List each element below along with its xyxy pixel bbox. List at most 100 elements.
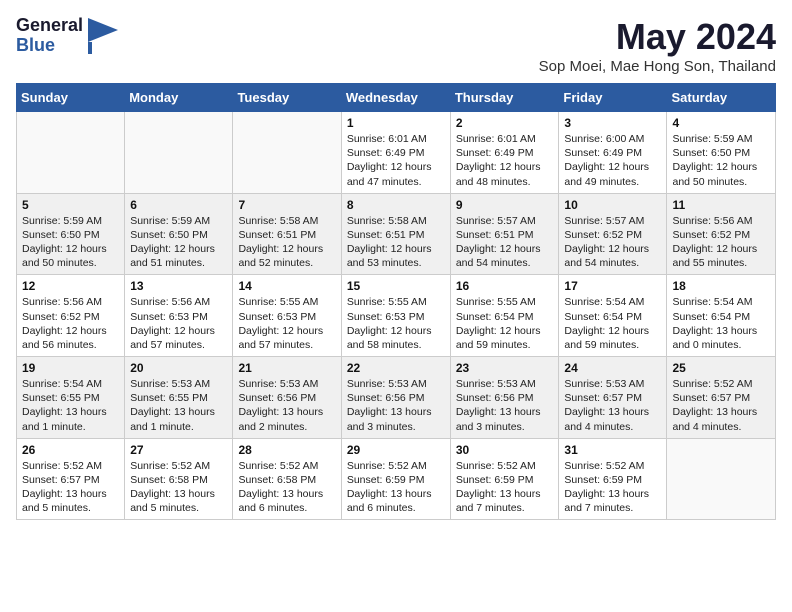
calendar-week-row: 5 Sunrise: 5:59 AM Sunset: 6:50 PM Daylig… [17,193,776,275]
calendar-cell: 17 Sunrise: 5:54 AM Sunset: 6:54 PM Dayli… [559,275,667,357]
calendar-week-row: 1 Sunrise: 6:01 AM Sunset: 6:49 PM Daylig… [17,112,776,194]
calendar-cell [17,112,125,194]
day-number: 14 [238,279,335,293]
day-info: Sunrise: 5:52 AM Sunset: 6:58 PM Dayligh… [130,459,227,516]
calendar-cell: 24Sunrise: 5:53 AM Sunset: 6:57 PM Dayli… [559,357,667,439]
calendar-cell: 23 Sunrise: 5:53 AM Sunset: 6:56 PM Dayli… [450,357,559,439]
day-info: Sunrise: 5:52 AM Sunset: 6:59 PM Dayligh… [456,459,554,516]
calendar-cell: 26Sunrise: 5:52 AM Sunset: 6:57 PM Dayli… [17,438,125,520]
day-number: 21 [238,361,335,375]
day-info: Sunrise: 5:53 AM Sunset: 6:56 PM Dayligh… [456,377,554,434]
day-number: 7 [238,198,335,212]
calendar-cell [125,112,233,194]
calendar-cell: 6 Sunrise: 5:59 AM Sunset: 6:50 PM Daylig… [125,193,233,275]
day-info: Sunrise: 5:58 AM Sunset: 6:51 PM Dayligh… [238,214,335,271]
day-number: 26 [22,443,119,457]
day-info: Sunrise: 5:55 AM Sunset: 6:54 PM Dayligh… [456,295,554,352]
day-number: 19 [22,361,119,375]
calendar-week-row: 19 Sunrise: 5:54 AM Sunset: 6:55 PM Dayli… [17,357,776,439]
calendar-cell: 18 Sunrise: 5:54 AM Sunset: 6:54 PM Dayli… [667,275,776,357]
day-number: 15 [347,279,445,293]
day-info: Sunrise: 5:54 AM Sunset: 6:54 PM Dayligh… [564,295,661,352]
day-number: 8 [347,198,445,212]
day-number: 23 [456,361,554,375]
day-info: Sunrise: 5:56 AM Sunset: 6:52 PM Dayligh… [22,295,119,352]
day-number: 16 [456,279,554,293]
day-number: 31 [564,443,661,457]
logo-icon [88,18,118,54]
col-header-tuesday: Tuesday [233,84,341,112]
day-info: Sunrise: 5:56 AM Sunset: 6:53 PM Dayligh… [130,295,227,352]
day-number: 4 [672,116,770,130]
month-year-title: May 2024 [539,16,776,58]
day-info: Sunrise: 5:52 AM Sunset: 6:58 PM Dayligh… [238,459,335,516]
calendar-cell: 5Sunrise: 5:59 AM Sunset: 6:50 PM Daylig… [17,193,125,275]
col-header-thursday: Thursday [450,84,559,112]
calendar-cell: 27 Sunrise: 5:52 AM Sunset: 6:58 PM Dayli… [125,438,233,520]
calendar-cell: 9Sunrise: 5:57 AM Sunset: 6:51 PM Daylig… [450,193,559,275]
calendar-week-row: 12 Sunrise: 5:56 AM Sunset: 6:52 PM Dayli… [17,275,776,357]
day-info: Sunrise: 6:01 AM Sunset: 6:49 PM Dayligh… [456,132,554,189]
calendar-cell: 21 Sunrise: 5:53 AM Sunset: 6:56 PM Dayli… [233,357,341,439]
logo-blue: Blue [16,36,83,56]
day-info: Sunrise: 6:00 AM Sunset: 6:49 PM Dayligh… [564,132,661,189]
day-info: Sunrise: 5:54 AM Sunset: 6:55 PM Dayligh… [22,377,119,434]
calendar-cell: 12 Sunrise: 5:56 AM Sunset: 6:52 PM Dayli… [17,275,125,357]
day-number: 10 [564,198,661,212]
day-number: 5 [22,198,119,212]
calendar-cell: 3Sunrise: 6:00 AM Sunset: 6:49 PM Daylig… [559,112,667,194]
calendar-cell: 30 Sunrise: 5:52 AM Sunset: 6:59 PM Dayli… [450,438,559,520]
calendar-cell: 22 Sunrise: 5:53 AM Sunset: 6:56 PM Dayli… [341,357,450,439]
day-number: 18 [672,279,770,293]
day-number: 27 [130,443,227,457]
day-info: Sunrise: 5:53 AM Sunset: 6:55 PM Dayligh… [130,377,227,434]
title-block: May 2024 Sop Moei, Mae Hong Son, Thailan… [539,16,776,75]
calendar-cell: 29 Sunrise: 5:52 AM Sunset: 6:59 PM Dayli… [341,438,450,520]
calendar-cell: 4 Sunrise: 5:59 AM Sunset: 6:50 PM Daylig… [667,112,776,194]
day-number: 28 [238,443,335,457]
day-number: 22 [347,361,445,375]
logo: General Blue [16,16,118,56]
day-number: 30 [456,443,554,457]
calendar-week-row: 26Sunrise: 5:52 AM Sunset: 6:57 PM Dayli… [17,438,776,520]
day-info: Sunrise: 5:55 AM Sunset: 6:53 PM Dayligh… [347,295,445,352]
calendar-cell: 16 Sunrise: 5:55 AM Sunset: 6:54 PM Dayli… [450,275,559,357]
calendar-cell: 8 Sunrise: 5:58 AM Sunset: 6:51 PM Daylig… [341,193,450,275]
day-info: Sunrise: 5:59 AM Sunset: 6:50 PM Dayligh… [130,214,227,271]
day-number: 25 [672,361,770,375]
calendar-cell: 25 Sunrise: 5:52 AM Sunset: 6:57 PM Dayli… [667,357,776,439]
day-info: Sunrise: 5:55 AM Sunset: 6:53 PM Dayligh… [238,295,335,352]
day-info: Sunrise: 5:57 AM Sunset: 6:52 PM Dayligh… [564,214,661,271]
day-info: Sunrise: 5:59 AM Sunset: 6:50 PM Dayligh… [672,132,770,189]
day-info: Sunrise: 5:57 AM Sunset: 6:51 PM Dayligh… [456,214,554,271]
day-info: Sunrise: 5:53 AM Sunset: 6:57 PM Dayligh… [564,377,661,434]
day-info: Sunrise: 5:58 AM Sunset: 6:51 PM Dayligh… [347,214,445,271]
calendar-cell: 28 Sunrise: 5:52 AM Sunset: 6:58 PM Dayli… [233,438,341,520]
col-header-friday: Friday [559,84,667,112]
day-info: Sunrise: 5:53 AM Sunset: 6:56 PM Dayligh… [238,377,335,434]
col-header-saturday: Saturday [667,84,776,112]
day-number: 17 [564,279,661,293]
col-header-wednesday: Wednesday [341,84,450,112]
day-number: 6 [130,198,227,212]
day-number: 12 [22,279,119,293]
calendar-cell: 13 Sunrise: 5:56 AM Sunset: 6:53 PM Dayli… [125,275,233,357]
calendar-table: SundayMondayTuesdayWednesdayThursdayFrid… [16,83,776,520]
day-number: 2 [456,116,554,130]
calendar-cell [667,438,776,520]
calendar-cell [233,112,341,194]
calendar-cell: 31Sunrise: 5:52 AM Sunset: 6:59 PM Dayli… [559,438,667,520]
calendar-cell: 20Sunrise: 5:53 AM Sunset: 6:55 PM Dayli… [125,357,233,439]
day-number: 1 [347,116,445,130]
logo-general: General [16,16,83,36]
day-info: Sunrise: 5:53 AM Sunset: 6:56 PM Dayligh… [347,377,445,434]
day-number: 11 [672,198,770,212]
day-number: 29 [347,443,445,457]
day-info: Sunrise: 5:52 AM Sunset: 6:59 PM Dayligh… [347,459,445,516]
day-info: Sunrise: 5:56 AM Sunset: 6:52 PM Dayligh… [672,214,770,271]
calendar-cell: 1Sunrise: 6:01 AM Sunset: 6:49 PM Daylig… [341,112,450,194]
day-number: 13 [130,279,227,293]
calendar-header-row: SundayMondayTuesdayWednesdayThursdayFrid… [17,84,776,112]
day-info: Sunrise: 5:52 AM Sunset: 6:57 PM Dayligh… [672,377,770,434]
day-info: Sunrise: 5:54 AM Sunset: 6:54 PM Dayligh… [672,295,770,352]
